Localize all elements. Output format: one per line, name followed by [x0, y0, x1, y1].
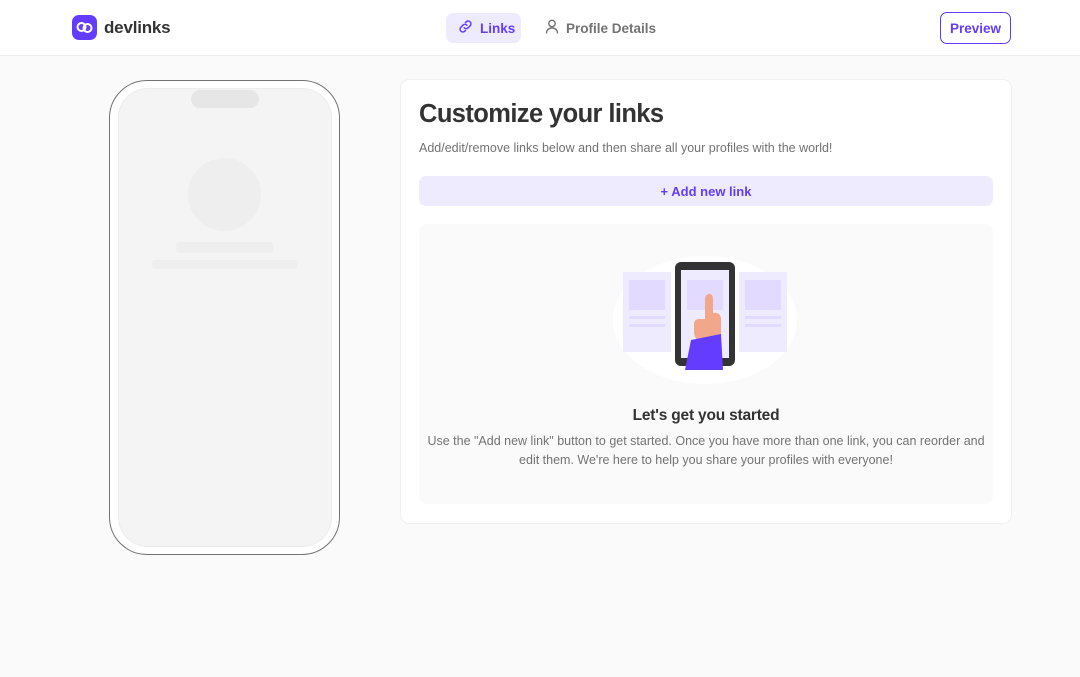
- avatar-placeholder: [188, 158, 261, 231]
- link-icon: [458, 19, 473, 37]
- phone-notch: [191, 90, 259, 108]
- tab-profile-details-label: Profile Details: [566, 20, 657, 36]
- empty-state-text: Use the "Add new link" button to get sta…: [427, 434, 985, 467]
- phone-screen: [118, 88, 332, 547]
- empty-state: Let's get you started Use the "Add new l…: [419, 224, 993, 504]
- add-new-link-button[interactable]: + Add new link: [419, 176, 993, 206]
- devlinks-logo-icon: [72, 15, 97, 40]
- tab-profile-details[interactable]: Profile Details: [536, 13, 665, 43]
- page-subtitle: Add/edit/remove links below and then sha…: [419, 141, 833, 155]
- app-logo[interactable]: devlinks: [72, 15, 171, 40]
- app-name: devlinks: [104, 17, 171, 37]
- phone-tap-illustration-icon: [613, 256, 797, 384]
- page-title: Customize your links: [419, 100, 664, 128]
- preview-button[interactable]: Preview: [940, 12, 1011, 44]
- name-placeholder: [176, 242, 273, 253]
- links-editor-card: Customize your links Add/edit/remove lin…: [401, 80, 1011, 523]
- tab-links[interactable]: Links: [446, 13, 521, 43]
- user-icon: [545, 19, 559, 37]
- empty-state-title: Let's get you started: [632, 407, 780, 424]
- email-placeholder: [152, 260, 297, 269]
- tab-links-label: Links: [480, 20, 516, 36]
- top-navbar: devlinks Links Profile Details Preview: [0, 0, 1080, 56]
